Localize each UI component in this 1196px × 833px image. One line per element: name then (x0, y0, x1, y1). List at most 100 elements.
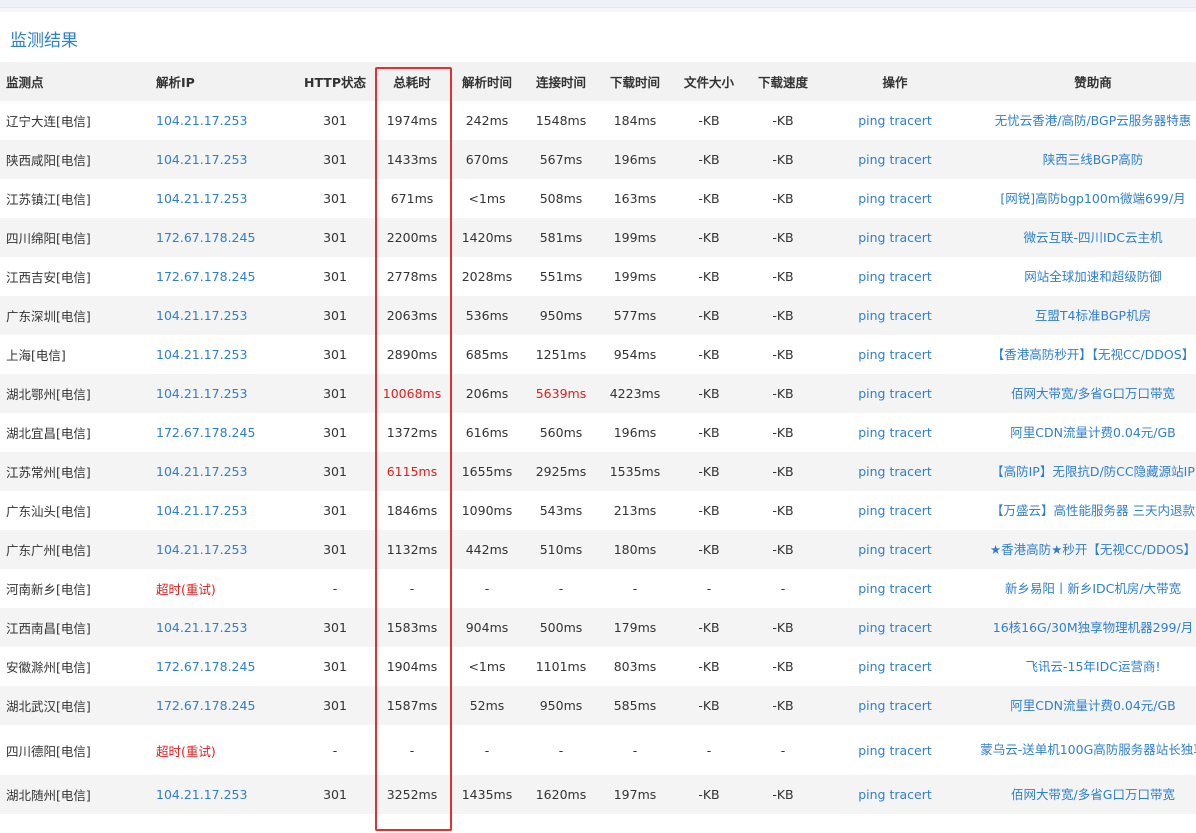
sponsor-link[interactable]: 【高防IP】无限抗D/防CC隐藏源站IP (970, 452, 1196, 491)
location-cell: 湖北武汉[电信] (6, 699, 91, 714)
ping-tracert-link[interactable]: ping tracert (820, 140, 970, 179)
sponsor-link[interactable]: 陕西三线BGP高防 (970, 140, 1196, 179)
connect-time-cell: 1620ms (535, 787, 587, 802)
dns-time-cell: <1ms (468, 659, 506, 674)
file-size-cell: -KB (698, 152, 720, 167)
download-time-cell: 179ms (613, 620, 657, 635)
sponsor-link[interactable]: 网站全球加速和超级防御 (970, 257, 1196, 296)
col-connect-header: 连接时间 (535, 75, 586, 90)
ip-link[interactable]: 104.21.17.253 (146, 452, 296, 491)
table-row: 江西南昌[电信] 104.21.17.253 301 1583ms 904ms 500ms… (0, 608, 1196, 647)
file-size-cell: -KB (698, 425, 720, 440)
status-cell: 301 (323, 464, 347, 479)
ip-link[interactable]: 104.21.17.253 (146, 140, 296, 179)
ping-tracert-link[interactable]: ping tracert (820, 179, 970, 218)
location-cell: 江西吉安[电信] (6, 270, 91, 285)
ip-link[interactable]: 104.21.17.253 (146, 608, 296, 647)
sponsor-link[interactable]: 互盟T4标准BGP机房 (970, 296, 1196, 335)
timeout-retry-link[interactable]: 超时(重试) (146, 569, 296, 608)
timeout-retry-link[interactable]: 超时(重试) (146, 725, 296, 775)
sponsor-link[interactable]: 【香港高防秒开】【无视CC/DDOS】 (970, 335, 1196, 374)
ping-tracert-link[interactable]: ping tracert (820, 218, 970, 257)
ping-tracert-link[interactable]: ping tracert (820, 686, 970, 725)
ip-link[interactable]: 172.67.178.245 (146, 413, 296, 452)
ip-link[interactable]: 172.67.178.245 (146, 257, 296, 296)
ping-tracert-link[interactable]: ping tracert (820, 647, 970, 686)
sponsor-link[interactable]: 微云互联-四川IDC云主机 (970, 218, 1196, 257)
ping-tracert-link[interactable]: ping tracert (820, 374, 970, 413)
file-size-cell: -KB (698, 269, 720, 284)
ping-tracert-link[interactable]: ping tracert (820, 491, 970, 530)
sponsor-link[interactable]: 阿里CDN流量计费0.04元/GB (970, 413, 1196, 452)
connect-time-cell: 1251ms (535, 347, 587, 362)
sponsor-link[interactable]: ★香港高防★秒开【无视CC/DDOS】 (970, 530, 1196, 569)
ping-tracert-link[interactable]: ping tracert (820, 775, 970, 814)
ping-tracert-link[interactable]: ping tracert (820, 452, 970, 491)
download-speed-cell: -KB (772, 620, 794, 635)
connect-time-cell: 510ms (539, 542, 583, 557)
ping-tracert-link[interactable]: ping tracert (820, 101, 970, 140)
dns-time-cell: - (484, 742, 490, 758)
location-cell: 广东深圳[电信] (6, 309, 91, 324)
ip-link[interactable]: 172.67.178.245 (146, 647, 296, 686)
download-speed-cell: -KB (772, 191, 794, 206)
download-time-cell: - (632, 742, 638, 758)
ip-link[interactable]: 104.21.17.253 (146, 530, 296, 569)
download-time-cell: 163ms (613, 191, 657, 206)
location-cell: 河南新乡[电信] (6, 582, 91, 597)
ip-link[interactable]: 104.21.17.253 (146, 179, 296, 218)
total-time-cell: - (409, 742, 415, 758)
sponsor-link[interactable]: 飞讯云-15年IDC运营商! (970, 647, 1196, 686)
ping-tracert-link[interactable]: ping tracert (820, 725, 970, 775)
table-row: 广东深圳[电信] 104.21.17.253 301 2063ms 536ms 950ms… (0, 296, 1196, 335)
status-cell: 301 (323, 386, 347, 401)
sponsor-link[interactable]: 新乡易阳丨新乡IDC机房/大带宽 (970, 569, 1196, 608)
download-speed-cell: -KB (772, 787, 794, 802)
ping-tracert-link[interactable]: ping tracert (820, 257, 970, 296)
ping-tracert-link[interactable]: ping tracert (820, 530, 970, 569)
connect-time-cell: 560ms (539, 425, 583, 440)
table-row: 江苏常州[电信] 104.21.17.253 301 6115ms 1655ms 2925… (0, 452, 1196, 491)
sponsor-link[interactable]: 16核16G/30M独享物理机器299/月 (970, 608, 1196, 647)
ping-tracert-link[interactable]: ping tracert (820, 296, 970, 335)
ping-tracert-link[interactable]: ping tracert (820, 569, 970, 608)
ip-link[interactable]: 172.67.178.245 (146, 218, 296, 257)
table-row: 安徽滁州[电信] 172.67.178.245 301 1904ms <1ms 1101m… (0, 647, 1196, 686)
ip-link[interactable]: 104.21.17.253 (146, 296, 296, 335)
sponsor-link[interactable]: 蒙乌云-送单机100G高防服务器站长独享 (970, 725, 1196, 775)
ip-link[interactable]: 104.21.17.253 (146, 335, 296, 374)
ip-link[interactable]: 104.21.17.253 (146, 374, 296, 413)
ping-tracert-link[interactable]: ping tracert (820, 608, 970, 647)
ping-tracert-link[interactable]: ping tracert (820, 413, 970, 452)
connect-time-cell: - (558, 742, 564, 758)
sponsor-link[interactable]: 无忧云香港/高防/BGP云服务器特惠 (970, 101, 1196, 140)
ip-link[interactable]: 104.21.17.253 (146, 491, 296, 530)
sponsor-link[interactable]: 【万盛云】高性能服务器 三天内退款 (970, 491, 1196, 530)
connect-time-cell: 1101ms (535, 659, 587, 674)
total-time-cell: 1132ms (386, 542, 438, 557)
connect-time-cell: 5639ms (535, 386, 587, 401)
ip-link[interactable]: 172.67.178.245 (146, 686, 296, 725)
download-speed-cell: -KB (772, 230, 794, 245)
ip-link[interactable]: 104.21.17.253 (146, 101, 296, 140)
table-row: 辽宁大连[电信] 104.21.17.253 301 1974ms 242ms 1548m… (0, 101, 1196, 140)
ping-tracert-link[interactable]: ping tracert (820, 335, 970, 374)
sponsor-link[interactable]: 佰网大带宽/多省G口万口带宽 (970, 775, 1196, 814)
download-speed-cell: -KB (772, 386, 794, 401)
sponsor-link[interactable]: 佰网大带宽/多省G口万口带宽 (970, 374, 1196, 413)
connect-time-cell: 500ms (539, 620, 583, 635)
file-size-cell: -KB (698, 347, 720, 362)
location-cell: 辽宁大连[电信] (6, 114, 91, 129)
connect-time-cell: - (558, 581, 564, 596)
total-time-cell: 2890ms (386, 347, 438, 362)
ip-link[interactable]: 104.21.17.253 (146, 775, 296, 814)
download-time-cell: 577ms (613, 308, 657, 323)
sponsor-link[interactable]: [网锐]高防bgp100m微端699/月 (970, 179, 1196, 218)
total-time-cell: 1974ms (386, 113, 438, 128)
status-cell: 301 (323, 425, 347, 440)
file-size-cell: -KB (698, 386, 720, 401)
total-time-cell: 1904ms (386, 659, 438, 674)
table-header-row: 监测点 解析IP HTTP状态 总耗时 解析时间 连接时间 下载时间 文件大小 … (0, 62, 1196, 101)
download-time-cell: 184ms (613, 113, 657, 128)
sponsor-link[interactable]: 阿里CDN流量计费0.04元/GB (970, 686, 1196, 725)
